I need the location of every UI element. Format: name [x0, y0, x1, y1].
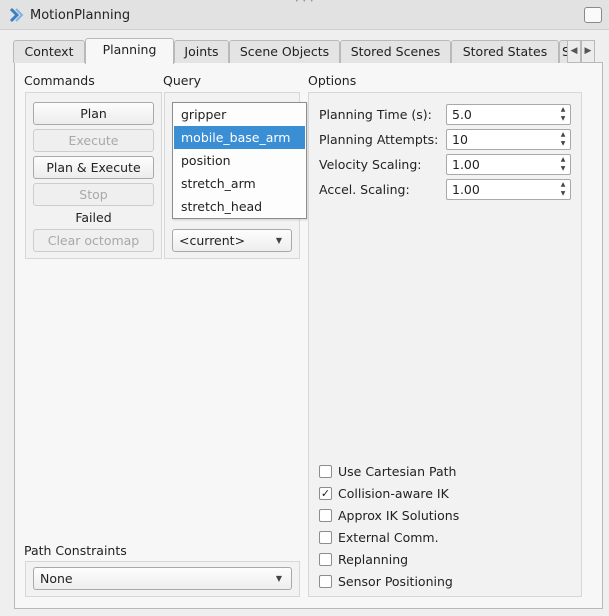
- list-item[interactable]: gripper: [174, 103, 305, 126]
- rviz-panel-icon: [9, 7, 24, 23]
- checkmark-icon: ✓: [320, 487, 331, 500]
- goal-state-value: <current>: [179, 233, 246, 248]
- query-label: Query: [163, 73, 201, 88]
- path-constraints-value: None: [40, 571, 73, 586]
- accel-scaling-spinbox[interactable]: 1.00 ▲ ▼: [446, 179, 571, 200]
- approx-ik-checkbox[interactable]: [319, 509, 332, 522]
- list-item[interactable]: position: [174, 149, 305, 172]
- list-item[interactable]: stretch_head: [174, 195, 305, 218]
- accel-scaling-label: Accel. Scaling:: [319, 182, 410, 197]
- external-comm-checkbox[interactable]: [319, 531, 332, 544]
- tab-stored-states[interactable]: Stored States: [451, 40, 559, 63]
- spin-down-icon[interactable]: ▼: [558, 190, 568, 198]
- stop-button[interactable]: Stop: [33, 183, 154, 206]
- collision-aware-ik-checkbox[interactable]: ✓: [319, 487, 332, 500]
- spin-up-icon[interactable]: ▲: [558, 181, 568, 189]
- planning-attempts-spinbox[interactable]: 10 ▲ ▼: [446, 129, 571, 150]
- planning-time-label: Planning Time (s):: [319, 107, 432, 122]
- velocity-scaling-value: 1.00: [452, 157, 480, 172]
- tab-planning[interactable]: Planning: [85, 38, 174, 64]
- plan-execute-button[interactable]: Plan & Execute: [33, 156, 154, 179]
- goal-state-combo[interactable]: <current> ▼: [172, 229, 292, 252]
- sensor-positioning-checkbox[interactable]: [319, 575, 332, 588]
- execute-button[interactable]: Execute: [33, 129, 154, 152]
- chevron-down-icon: ▼: [275, 236, 282, 245]
- approx-ik-label: Approx IK Solutions: [338, 508, 460, 523]
- spin-up-icon[interactable]: ▲: [558, 156, 568, 164]
- list-item[interactable]: stretch_arm: [174, 172, 305, 195]
- planning-group-dropdown-list: gripper mobile_base_arm position stretch…: [172, 102, 307, 219]
- tab-scroll-left-icon[interactable]: ◀: [567, 40, 581, 63]
- planning-attempts-value: 10: [452, 132, 468, 147]
- clear-octomap-button[interactable]: Clear octomap: [33, 229, 154, 252]
- sensor-positioning-label: Sensor Positioning: [338, 574, 453, 589]
- use-cartesian-path-label: Use Cartesian Path: [338, 464, 457, 479]
- velocity-scaling-spinbox[interactable]: 1.00 ▲ ▼: [446, 154, 571, 175]
- planning-attempts-label: Planning Attempts:: [319, 132, 439, 147]
- tab-stored-scenes[interactable]: Stored Scenes: [340, 40, 451, 63]
- spin-up-icon[interactable]: ▲: [558, 106, 568, 114]
- spin-up-icon[interactable]: ▲: [558, 131, 568, 139]
- status-label: Failed: [75, 210, 112, 225]
- replanning-label: Replanning: [338, 552, 409, 567]
- velocity-scaling-label: Velocity Scaling:: [319, 157, 422, 172]
- collision-aware-ik-label: Collision-aware IK: [338, 486, 449, 501]
- tab-joints[interactable]: Joints: [174, 40, 229, 63]
- path-constraints-combo[interactable]: None ▼: [33, 567, 292, 590]
- float-panel-button[interactable]: [584, 7, 602, 23]
- list-item-selected[interactable]: mobile_base_arm: [174, 126, 305, 149]
- spin-down-icon[interactable]: ▼: [558, 165, 568, 173]
- spin-down-icon[interactable]: ▼: [558, 140, 568, 148]
- plan-button[interactable]: Plan: [33, 102, 154, 125]
- spin-down-icon[interactable]: ▼: [558, 115, 568, 123]
- planning-time-value: 5.0: [452, 107, 472, 122]
- use-cartesian-path-checkbox[interactable]: [319, 465, 332, 478]
- external-comm-label: External Comm.: [338, 530, 439, 545]
- planning-time-spinbox[interactable]: 5.0 ▲ ▼: [446, 104, 571, 125]
- chevron-down-icon: ▼: [275, 574, 282, 583]
- drag-grip-icon[interactable]: • • •: [295, 0, 315, 5]
- replanning-checkbox[interactable]: [319, 553, 332, 566]
- window-title: MotionPlanning: [30, 8, 131, 23]
- accel-scaling-value: 1.00: [452, 182, 480, 197]
- tab-scroll-right-icon[interactable]: ▶: [581, 40, 595, 63]
- commands-label: Commands: [24, 73, 95, 88]
- path-constraints-label: Path Constraints: [24, 543, 127, 558]
- tab-context[interactable]: Context: [13, 40, 85, 63]
- tab-scene-objects[interactable]: Scene Objects: [229, 40, 340, 63]
- options-label: Options: [308, 73, 357, 88]
